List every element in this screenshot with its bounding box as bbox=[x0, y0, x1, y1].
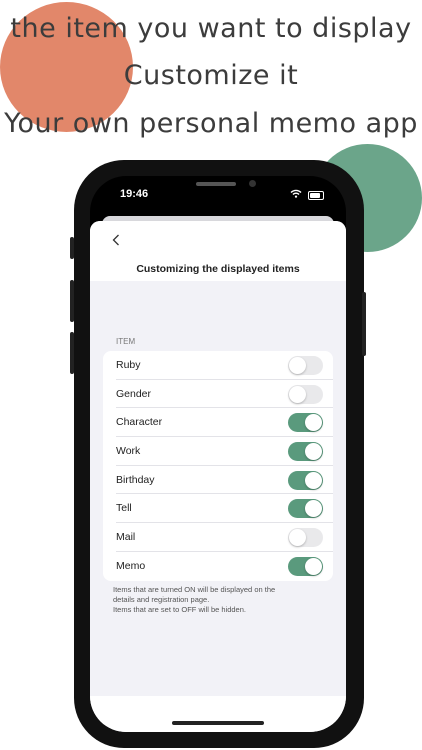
footer-note-line-1: Items that are turned ON will be display… bbox=[113, 585, 276, 594]
promo-headline-1: the item you want to display bbox=[10, 13, 412, 44]
item-label: Character bbox=[116, 416, 163, 429]
status-time: 19:46 bbox=[120, 188, 149, 200]
footer-note-line-3: Items that are set to OFF will be hidden… bbox=[113, 605, 246, 614]
item-row-work: Work bbox=[103, 437, 333, 466]
item-label: Tell bbox=[116, 502, 132, 515]
volume-up-button bbox=[70, 280, 74, 322]
item-row-gender: Gender bbox=[103, 380, 333, 409]
home-indicator[interactable] bbox=[172, 721, 264, 725]
promo-headline-2: Customize it bbox=[123, 60, 299, 91]
toggle-tell[interactable] bbox=[288, 499, 323, 519]
promo-headline-3: Your own personal memo app bbox=[4, 108, 418, 139]
toggle-knob bbox=[305, 557, 322, 575]
item-label: Mail bbox=[116, 531, 136, 544]
toggle-knob bbox=[289, 529, 306, 547]
toggle-birthday[interactable] bbox=[288, 470, 323, 490]
section-header: ITEM bbox=[116, 337, 136, 346]
footer-note-line-2: details and registration page. bbox=[113, 595, 210, 604]
toggle-ruby[interactable] bbox=[288, 356, 323, 375]
toggle-mail[interactable] bbox=[288, 528, 323, 548]
toggle-memo[interactable] bbox=[288, 556, 323, 576]
toggle-knob bbox=[305, 500, 322, 518]
toggle-knob bbox=[305, 414, 322, 432]
toggle-work[interactable] bbox=[288, 442, 323, 462]
phone-screen: 19:46 Customizing the displayed items IT… bbox=[90, 176, 346, 732]
page-title: Customizing the displayed items bbox=[136, 263, 300, 275]
item-list: Ruby Gender Character Work Birthday Tell Mail M… bbox=[103, 351, 333, 581]
bottom-area bbox=[90, 696, 346, 732]
settings-sheet: Customizing the displayed items ITEM Rub… bbox=[90, 221, 346, 732]
front-camera bbox=[249, 180, 256, 187]
item-row-mail: Mail bbox=[103, 523, 333, 552]
item-label: Gender bbox=[116, 387, 152, 400]
item-row-birthday: Birthday bbox=[103, 466, 333, 495]
mute-switch bbox=[70, 237, 74, 259]
toggle-knob bbox=[305, 471, 322, 489]
item-row-ruby: Ruby bbox=[103, 351, 333, 380]
toggle-gender[interactable] bbox=[288, 384, 323, 404]
wifi-icon bbox=[290, 189, 302, 201]
item-label: Memo bbox=[116, 559, 146, 572]
toggle-knob bbox=[305, 443, 322, 461]
item-label: Work bbox=[116, 445, 141, 458]
toggle-knob bbox=[289, 385, 306, 403]
volume-down-button bbox=[70, 332, 74, 374]
speaker-grille bbox=[196, 182, 236, 186]
toggle-knob bbox=[289, 357, 306, 374]
power-button bbox=[362, 292, 366, 356]
item-row-memo: Memo bbox=[103, 552, 333, 581]
item-row-character: Character bbox=[103, 408, 333, 438]
toggle-character[interactable] bbox=[288, 413, 323, 433]
battery-icon bbox=[308, 191, 324, 200]
item-row-tell: Tell bbox=[103, 494, 333, 524]
footer-note: Items that are turned ON will be display… bbox=[113, 585, 328, 615]
item-label: Ruby bbox=[116, 359, 141, 371]
item-label: Birthday bbox=[116, 473, 155, 486]
chevron-left-icon[interactable] bbox=[112, 231, 120, 250]
navigation-bar: Customizing the displayed items bbox=[90, 221, 346, 281]
